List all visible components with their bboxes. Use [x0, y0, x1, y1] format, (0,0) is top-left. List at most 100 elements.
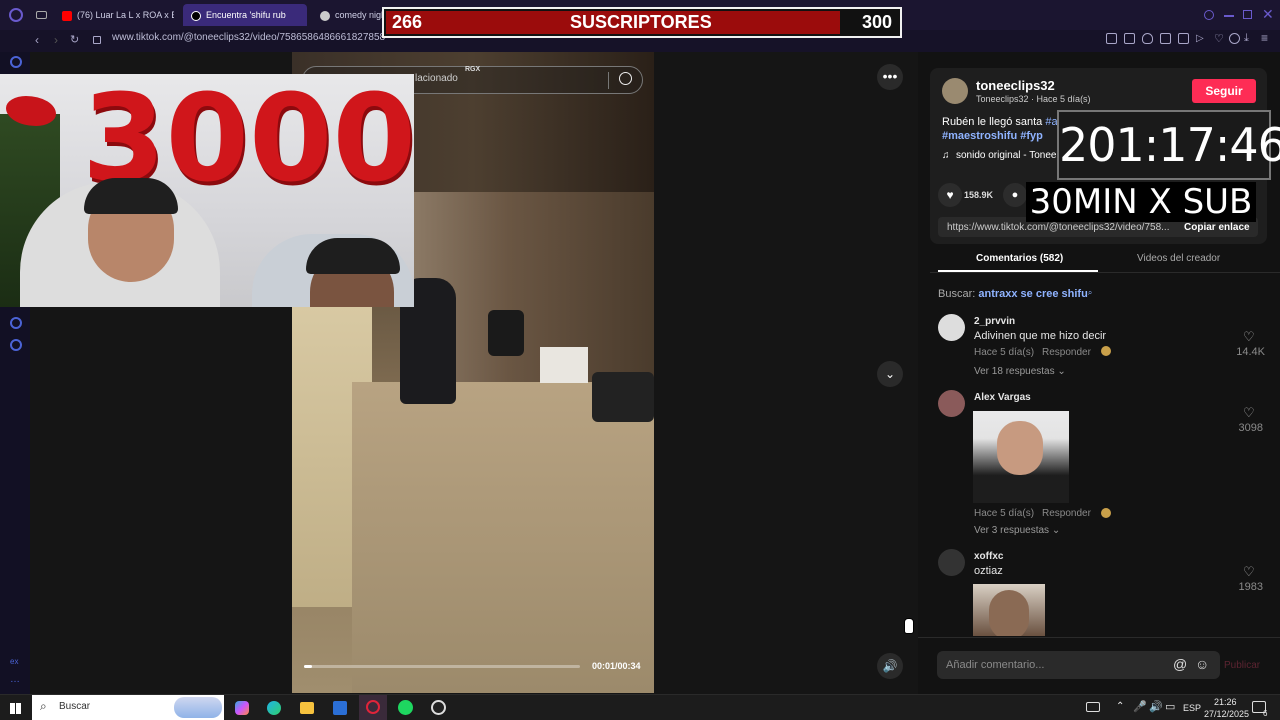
forward-icon[interactable]: ›: [54, 33, 58, 47]
copy-link-button[interactable]: Copiar enlace: [1184, 222, 1250, 233]
minimize-icon[interactable]: [1224, 15, 1234, 17]
tab-manager-icon[interactable]: [36, 11, 47, 19]
comment-input[interactable]: Añadir comentario... @ ☺: [937, 651, 1220, 679]
share-link-text[interactable]: https://www.tiktok.com/@toneeclips32/vid…: [947, 222, 1169, 233]
search-tabs-icon[interactable]: [1204, 10, 1214, 20]
comment-author[interactable]: 2_prvvin: [974, 316, 1015, 327]
comment-like-icon[interactable]: ♡: [1243, 564, 1255, 580]
author-username[interactable]: toneeclips32: [976, 78, 1055, 93]
close-icon[interactable]: ✕: [1262, 6, 1274, 23]
clock-time[interactable]: 21:26: [1214, 697, 1237, 707]
more-options-button[interactable]: •••: [877, 64, 903, 90]
more-icon[interactable]: …: [10, 674, 20, 685]
microphone-icon[interactable]: 🎤: [1133, 700, 1147, 713]
play-icon[interactable]: ▷: [1196, 33, 1204, 44]
vpn-icon[interactable]: [1160, 33, 1171, 44]
emoji-picker-icon[interactable]: ☺: [1195, 656, 1209, 672]
comment-like-count: 14.4K: [1236, 346, 1265, 358]
search-suggestion[interactable]: Buscar: antraxx se cree shifu⌕: [938, 288, 1092, 300]
menu-icon[interactable]: ≡: [1261, 31, 1268, 45]
search-icon[interactable]: [619, 72, 632, 85]
tab-comedy[interactable]: comedy nigh: [312, 4, 384, 26]
comment-author[interactable]: Alex Vargas: [974, 392, 1031, 403]
caption-hashtags[interactable]: #maestroshifu #fyp: [942, 130, 1043, 142]
network-icon[interactable]: ▭: [1165, 700, 1175, 713]
tab-creator-videos[interactable]: Videos del creador: [1137, 253, 1220, 264]
history-icon[interactable]: ex: [10, 657, 18, 666]
reload-icon[interactable]: ↻: [70, 33, 79, 46]
caption-line1: Rubén le llegó santa #a: [942, 116, 1058, 128]
comment-avatar[interactable]: [938, 390, 965, 417]
video-progress-fill: [304, 665, 313, 668]
globe-icon: [320, 10, 330, 21]
opera-logo-icon[interactable]: [9, 8, 23, 22]
sound-name[interactable]: sonido original - Tonee: [956, 150, 1056, 161]
view-replies-button[interactable]: Ver 3 respuestas ⌄: [974, 525, 1060, 536]
chevron-down-icon: ⌄: [1051, 525, 1061, 536]
spotify-icon[interactable]: [398, 700, 413, 715]
heart-icon[interactable]: ♡: [1214, 32, 1224, 45]
next-video-button[interactable]: ⌄: [877, 361, 903, 387]
input-method-icon[interactable]: [1086, 702, 1100, 712]
subscriber-goal-bar: 266 SUSCRIPTORES 300: [382, 7, 902, 38]
like-button[interactable]: ♥: [938, 183, 962, 207]
volume-button[interactable]: 🔊: [877, 653, 903, 679]
search-placeholder: lacionado: [415, 73, 458, 84]
comment-like-count: 1983: [1238, 581, 1263, 593]
download-icon[interactable]: ⤓: [1244, 32, 1249, 45]
edge-icon[interactable]: [267, 701, 281, 715]
watermark: RGX: [465, 66, 481, 73]
tab-tiktok[interactable]: Encuentra 'shifu rub: [183, 4, 307, 26]
copilot-icon[interactable]: [235, 701, 249, 715]
opera-taskbar-icon[interactable]: [359, 695, 387, 720]
search-icon: ⌕: [40, 699, 47, 713]
subscriber-label: SUSCRIPTORES: [570, 12, 712, 32]
language-indicator[interactable]: ESP: [1183, 703, 1201, 713]
author-avatar[interactable]: [942, 78, 968, 104]
maximize-icon[interactable]: [1243, 10, 1252, 19]
mention-icon[interactable]: @: [1173, 656, 1187, 672]
shield-icon[interactable]: [1142, 33, 1153, 44]
comment-image[interactable]: [973, 411, 1069, 503]
store-icon[interactable]: [333, 701, 347, 715]
tab-youtube[interactable]: (76) Luar La L x ROA x Bl: [54, 4, 174, 26]
refresh-icon[interactable]: [10, 56, 22, 68]
taskbar-search[interactable]: ⌕ Buscar: [32, 695, 224, 720]
video-progress-track[interactable]: [304, 665, 580, 668]
profile-icon[interactable]: [1229, 33, 1240, 44]
file-explorer-icon[interactable]: [300, 702, 314, 714]
caption-hashtag-partial[interactable]: #a: [1045, 116, 1057, 128]
comment-author[interactable]: xoffxc: [974, 551, 1003, 562]
tab-comments[interactable]: Comentarios (582): [976, 253, 1063, 264]
snapshot-icon[interactable]: [1124, 33, 1135, 44]
publish-button[interactable]: Publicar: [1224, 660, 1260, 671]
comment-avatar[interactable]: [938, 314, 965, 341]
comment-avatar[interactable]: [938, 549, 965, 576]
hallway-floor: [352, 382, 654, 693]
follow-button[interactable]: Seguir: [1192, 79, 1256, 103]
comment-button[interactable]: ●: [1003, 183, 1027, 207]
windows-start-icon[interactable]: [10, 703, 21, 714]
settings-icon[interactable]: [10, 339, 22, 351]
reply-button[interactable]: Responder: [1042, 508, 1091, 519]
translate-icon[interactable]: [1178, 33, 1189, 44]
comment-image-face: [997, 421, 1043, 475]
sub-rule-overlay: 30MIN X SUB: [1026, 182, 1256, 222]
comment-like-icon[interactable]: ♡: [1243, 329, 1255, 345]
url-field[interactable]: www.tiktok.com/@toneeclips32/video/75865…: [112, 30, 385, 45]
back-icon[interactable]: ‹: [35, 33, 39, 47]
show-hidden-icon[interactable]: ⌃: [1116, 701, 1124, 712]
taskbar: ⌕ Buscar ⌃ 🎤 🔊 ▭ ESP 21:26 27/12/2025 6: [0, 694, 1280, 720]
clock-date[interactable]: 27/12/2025: [1204, 709, 1249, 719]
messenger-icon[interactable]: [10, 317, 22, 329]
lock-icon: [93, 36, 101, 44]
tiktok-icon: [191, 10, 201, 21]
comment-image[interactable]: [973, 584, 1045, 636]
box: [540, 347, 588, 383]
obs-icon[interactable]: [431, 700, 446, 715]
volume-icon[interactable]: 🔊: [1149, 700, 1163, 713]
comment-like-icon[interactable]: ♡: [1243, 405, 1255, 421]
view-replies-button[interactable]: Ver 18 respuestas ⌄: [974, 366, 1066, 377]
reply-button[interactable]: Responder: [1042, 347, 1091, 358]
pin-icon[interactable]: [1106, 33, 1117, 44]
